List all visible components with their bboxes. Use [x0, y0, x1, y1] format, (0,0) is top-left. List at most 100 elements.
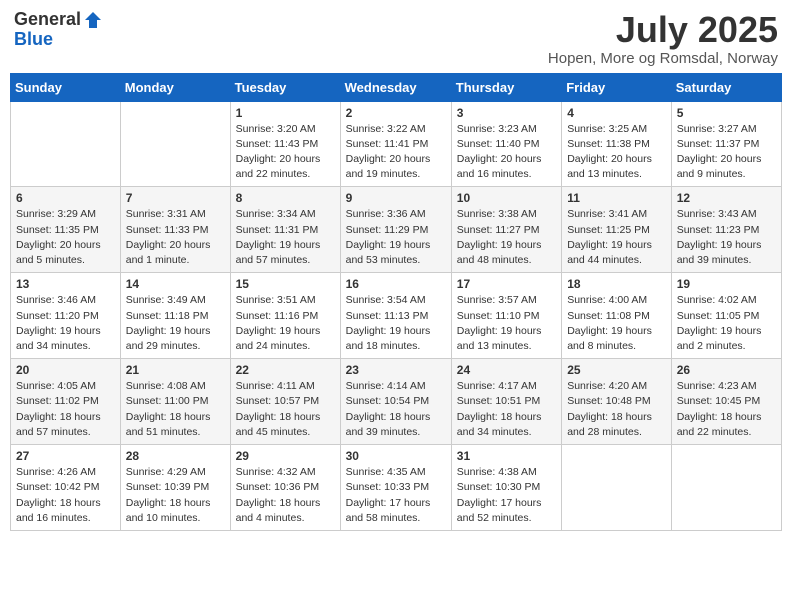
day-info: Sunrise: 4:38 AMSunset: 10:30 PMDaylight…: [457, 465, 556, 526]
calendar-cell: 26 Sunrise: 4:23 AMSunset: 10:45 PMDaylig…: [671, 359, 781, 445]
weekday-header-wednesday: Wednesday: [340, 73, 451, 101]
sunrise-text: Sunrise: 3:46 AM: [16, 294, 96, 306]
day-info: Sunrise: 3:25 AMSunset: 11:38 PMDaylight…: [567, 122, 666, 183]
day-info: Sunrise: 3:38 AMSunset: 11:27 PMDaylight…: [457, 207, 556, 268]
day-info: Sunrise: 4:02 AMSunset: 11:05 PMDaylight…: [677, 293, 776, 354]
daylight-text: Daylight: 19 hours: [567, 239, 652, 251]
sunrise-text: Sunrise: 4:29 AM: [126, 466, 206, 478]
sunrise-text: Sunrise: 4:05 AM: [16, 380, 96, 392]
sunset-text: Sunset: 10:51 PM: [457, 395, 540, 407]
daylight-and-text: and 51 minutes.: [126, 426, 201, 438]
calendar-cell: 10Sunrise: 3:38 AMSunset: 11:27 PMDaylig…: [451, 187, 561, 273]
sunset-text: Sunset: 10:48 PM: [567, 395, 650, 407]
calendar-cell: 24Sunrise: 4:17 AMSunset: 10:51 PMDaylig…: [451, 359, 561, 445]
daylight-and-text: and 8 minutes.: [567, 340, 636, 352]
day-info: Sunrise: 3:43 AMSunset: 11:23 PMDaylight…: [677, 207, 776, 268]
sunrise-text: Sunrise: 3:25 AM: [567, 123, 647, 135]
daylight-text: Daylight: 20 hours: [346, 153, 431, 165]
daylight-text: Daylight: 18 hours: [236, 497, 321, 509]
sunset-text: Sunset: 10:54 PM: [346, 395, 429, 407]
calendar-cell: 13Sunrise: 3:46 AMSunset: 11:20 PMDaylig…: [11, 273, 121, 359]
weekday-header-monday: Monday: [120, 73, 230, 101]
daylight-text: Daylight: 20 hours: [457, 153, 542, 165]
day-info: Sunrise: 4:11 AMSunset: 10:57 PMDaylight…: [236, 379, 335, 440]
day-info: Sunrise: 4:23 AMSunset: 10:45 PMDaylight…: [677, 379, 776, 440]
week-row-2: 6Sunrise: 3:29 AMSunset: 11:35 PMDayligh…: [11, 187, 782, 273]
day-info: Sunrise: 4:14 AMSunset: 10:54 PMDaylight…: [346, 379, 446, 440]
sunset-text: Sunset: 11:18 PM: [126, 310, 209, 322]
sunrise-text: Sunrise: 4:35 AM: [346, 466, 426, 478]
sunrise-text: Sunrise: 3:57 AM: [457, 294, 537, 306]
daylight-and-text: and 19 minutes.: [346, 168, 421, 180]
daylight-and-text: and 16 minutes.: [16, 512, 91, 524]
sunrise-text: Sunrise: 4:38 AM: [457, 466, 537, 478]
daylight-text: Daylight: 20 hours: [567, 153, 652, 165]
daylight-text: Daylight: 17 hours: [346, 497, 431, 509]
day-number: 29: [236, 449, 335, 463]
month-title: July 2025: [548, 10, 778, 50]
sunrise-text: Sunrise: 4:08 AM: [126, 380, 206, 392]
day-info: Sunrise: 3:46 AMSunset: 11:20 PMDaylight…: [16, 293, 115, 354]
weekday-header-thursday: Thursday: [451, 73, 561, 101]
calendar-cell: 2Sunrise: 3:22 AMSunset: 11:41 PMDayligh…: [340, 101, 451, 187]
sunset-text: Sunset: 10:57 PM: [236, 395, 319, 407]
daylight-text: Daylight: 18 hours: [16, 497, 101, 509]
sunrise-text: Sunrise: 3:38 AM: [457, 208, 537, 220]
sunrise-text: Sunrise: 4:23 AM: [677, 380, 757, 392]
calendar-cell: 15Sunrise: 3:51 AMSunset: 11:16 PMDaylig…: [230, 273, 340, 359]
title-area: July 2025 Hopen, More og Romsdal, Norway: [548, 10, 778, 67]
day-number: 25: [567, 363, 666, 377]
sunrise-text: Sunrise: 3:31 AM: [126, 208, 206, 220]
day-info: Sunrise: 3:22 AMSunset: 11:41 PMDaylight…: [346, 122, 446, 183]
daylight-text: Daylight: 18 hours: [126, 411, 211, 423]
daylight-text: Daylight: 19 hours: [457, 239, 542, 251]
daylight-and-text: and 45 minutes.: [236, 426, 311, 438]
sunset-text: Sunset: 11:23 PM: [677, 224, 760, 236]
day-info: Sunrise: 3:49 AMSunset: 11:18 PMDaylight…: [126, 293, 225, 354]
calendar-cell: 7Sunrise: 3:31 AMSunset: 11:33 PMDayligh…: [120, 187, 230, 273]
sunset-text: Sunset: 11:43 PM: [236, 138, 319, 150]
daylight-text: Daylight: 19 hours: [457, 325, 542, 337]
day-number: 5: [677, 106, 776, 120]
daylight-and-text: and 34 minutes.: [16, 340, 91, 352]
daylight-and-text: and 39 minutes.: [346, 426, 421, 438]
daylight-text: Daylight: 18 hours: [457, 411, 542, 423]
daylight-text: Daylight: 19 hours: [126, 325, 211, 337]
daylight-text: Daylight: 19 hours: [677, 325, 762, 337]
day-number: 17: [457, 277, 556, 291]
calendar-cell: 11Sunrise: 3:41 AMSunset: 11:25 PMDaylig…: [562, 187, 672, 273]
sunrise-text: Sunrise: 4:32 AM: [236, 466, 316, 478]
sunrise-text: Sunrise: 3:36 AM: [346, 208, 426, 220]
sunrise-text: Sunrise: 4:14 AM: [346, 380, 426, 392]
day-number: 20: [16, 363, 115, 377]
daylight-text: Daylight: 20 hours: [126, 239, 211, 251]
day-info: Sunrise: 4:05 AMSunset: 11:02 PMDaylight…: [16, 379, 115, 440]
day-info: Sunrise: 4:17 AMSunset: 10:51 PMDaylight…: [457, 379, 556, 440]
day-number: 4: [567, 106, 666, 120]
sunset-text: Sunset: 11:08 PM: [567, 310, 650, 322]
daylight-and-text: and 34 minutes.: [457, 426, 532, 438]
daylight-text: Daylight: 19 hours: [677, 239, 762, 251]
calendar-cell: 3Sunrise: 3:23 AMSunset: 11:40 PMDayligh…: [451, 101, 561, 187]
page-header: General Blue July 2025 Hopen, More og Ro…: [10, 10, 782, 67]
daylight-and-text: and 29 minutes.: [126, 340, 201, 352]
calendar-cell: 29Sunrise: 4:32 AMSunset: 10:36 PMDaylig…: [230, 445, 340, 531]
daylight-text: Daylight: 20 hours: [16, 239, 101, 251]
sunset-text: Sunset: 11:35 PM: [16, 224, 99, 236]
day-number: 22: [236, 363, 335, 377]
sunset-text: Sunset: 11:05 PM: [677, 310, 760, 322]
sunset-text: Sunset: 11:20 PM: [16, 310, 99, 322]
daylight-and-text: and 18 minutes.: [346, 340, 421, 352]
day-number: 16: [346, 277, 446, 291]
calendar-cell: 30Sunrise: 4:35 AMSunset: 10:33 PMDaylig…: [340, 445, 451, 531]
sunrise-text: Sunrise: 4:26 AM: [16, 466, 96, 478]
day-number: 26: [677, 363, 776, 377]
sunrise-text: Sunrise: 4:00 AM: [567, 294, 647, 306]
day-info: Sunrise: 3:36 AMSunset: 11:29 PMDaylight…: [346, 207, 446, 268]
daylight-text: Daylight: 19 hours: [236, 325, 321, 337]
calendar-cell: [562, 445, 672, 531]
day-info: Sunrise: 4:08 AMSunset: 11:00 PMDaylight…: [126, 379, 225, 440]
calendar-cell: 1Sunrise: 3:20 AMSunset: 11:43 PMDayligh…: [230, 101, 340, 187]
daylight-text: Daylight: 18 hours: [16, 411, 101, 423]
day-info: Sunrise: 3:54 AMSunset: 11:13 PMDaylight…: [346, 293, 446, 354]
